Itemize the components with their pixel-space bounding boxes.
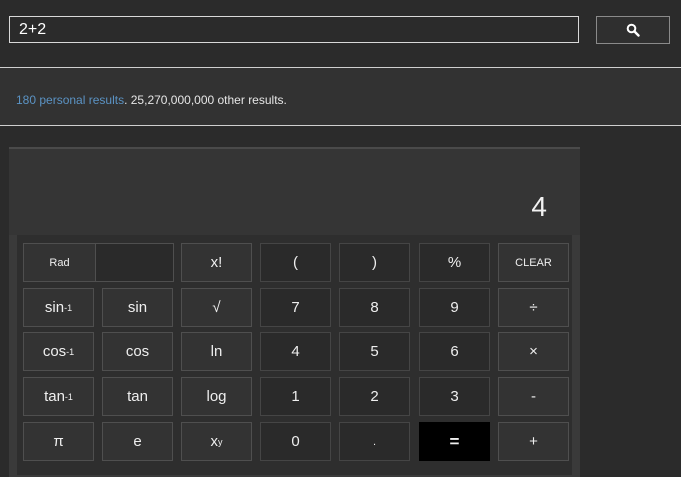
power-button[interactable]: xy [181,422,252,461]
digit-6-label: 6 [450,343,459,360]
superscript: -1 [66,346,75,357]
cos-button[interactable]: cos [102,332,173,371]
superscript: y [218,436,223,447]
ln-button[interactable]: ln [181,332,252,371]
sin-button[interactable]: sin [102,288,173,327]
multiply-label: × [529,343,538,360]
superscript: -1 [64,391,73,402]
digit-7-button[interactable]: 7 [260,288,331,327]
digit-7-label: 7 [291,299,300,316]
digit-0-button[interactable]: 0 [260,422,331,461]
digit-1-label: 1 [291,388,300,405]
digit-4-label: 4 [291,343,300,360]
equals-label: = [449,431,460,451]
digit-5-label: 5 [370,343,379,360]
sqrt-button[interactable]: √ [181,288,252,327]
display-value: 4 [531,191,547,222]
subtract-label: - [531,388,536,405]
search-icon [626,23,640,37]
digit-2-label: 2 [370,388,379,405]
factorial-label: x! [210,254,223,271]
close-paren-button[interactable]: ) [339,243,410,282]
calculator-display: 4 [9,149,580,235]
pi-button[interactable]: π [23,422,94,461]
digit-9-button[interactable]: 9 [419,288,490,327]
deg-button[interactable] [96,244,173,281]
multiply-button[interactable]: × [498,332,569,371]
decimal-button[interactable]: . [339,422,410,461]
sin-label: sin [127,299,148,316]
digit-4-button[interactable]: 4 [260,332,331,371]
factorial-button[interactable]: x! [181,243,252,282]
clear-label: CLEAR [515,256,552,269]
percent-label: % [447,254,462,271]
search-input[interactable]: 2+2 [9,16,579,43]
search-button[interactable] [596,16,670,44]
calculator: 4 Rad x!()% CLEAR sin -1 sin √ 7 8 9 ÷ cos -1 cos ln 4 5… [9,147,580,477]
e-label: e [133,433,142,450]
pi-label: π [53,433,64,450]
calculator-keypad: Rad x!()% CLEAR sin -1 sin √ 7 8 9 ÷ cos -1 cos ln 4 5 6 ×… [17,235,572,475]
clear-button[interactable]: CLEAR [498,243,569,282]
rad-button[interactable]: Rad [24,244,96,281]
open-paren-label: ( [293,254,298,271]
search-bar: 2+2 [0,0,681,67]
open-paren-button[interactable]: ( [260,243,331,282]
tan-button[interactable]: tan [102,377,173,416]
percent-button[interactable]: % [419,243,490,282]
divide-button[interactable]: ÷ [498,288,569,327]
digit-3-label: 3 [450,388,459,405]
arctan-label: tan [44,388,65,405]
digit-9-label: 9 [450,299,459,316]
arccos-button[interactable]: cos -1 [23,332,94,371]
e-button[interactable]: e [102,422,173,461]
digit-8-label: 8 [370,299,379,316]
cos-label: cos [125,343,150,360]
ln-label: ln [210,343,223,360]
results-summary: 180 personal results. 25,270,000,000 oth… [0,68,681,125]
close-paren-label: ) [372,254,377,271]
divide-label: ÷ [529,299,538,316]
digit-6-button[interactable]: 6 [419,332,490,371]
arcsin-label: sin [44,299,65,316]
arctan-button[interactable]: tan -1 [23,377,94,416]
sqrt-label: √ [212,299,221,316]
superscript: -1 [64,302,73,313]
decimal-label: . [372,435,377,448]
add-button[interactable]: + [498,422,569,461]
arccos-label: cos [42,343,67,360]
digit-5-button[interactable]: 5 [339,332,410,371]
digit-1-button[interactable]: 1 [260,377,331,416]
angle-mode-toggle[interactable]: Rad [23,243,174,282]
log-button[interactable]: log [181,377,252,416]
digit-0-label: 0 [291,433,300,450]
arcsin-button[interactable]: sin -1 [23,288,94,327]
digit-3-button[interactable]: 3 [419,377,490,416]
digit-8-button[interactable]: 8 [339,288,410,327]
other-results-count: 25,270,000,000 other results. [127,93,287,107]
personal-results-link[interactable]: 180 personal results [16,93,124,107]
subtract-button[interactable]: - [498,377,569,416]
power-label: x [210,433,219,450]
log-label: log [206,388,227,405]
digit-2-button[interactable]: 2 [339,377,410,416]
tan-label: tan [127,388,148,405]
equals-button[interactable]: = [419,422,490,461]
add-label: + [529,433,538,450]
